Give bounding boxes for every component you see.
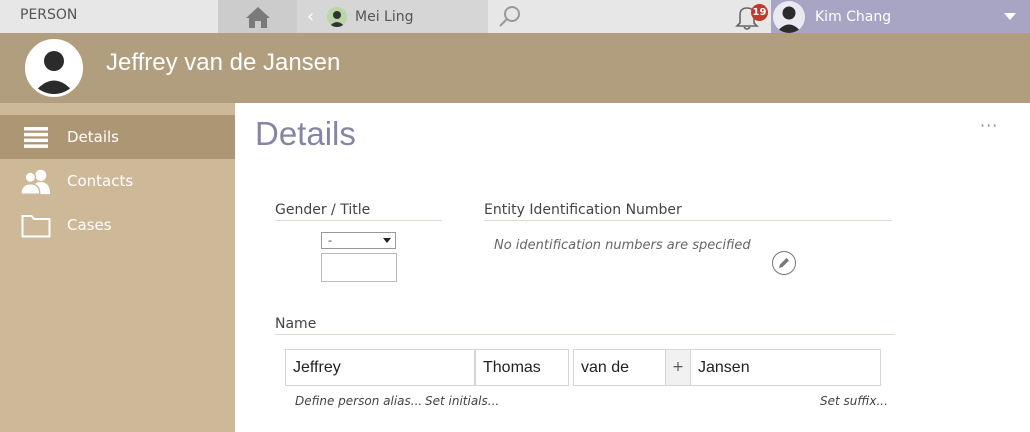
top-bar: PERSON ‹ Mei Ling 19 Kim Chang	[0, 0, 1030, 33]
avatar	[773, 0, 805, 33]
sidebar-item-details[interactable]: Details	[0, 115, 235, 159]
sidebar: Details Contacts Cases	[0, 103, 235, 432]
list-icon	[20, 123, 52, 151]
search-icon	[499, 6, 520, 27]
edit-identification-button[interactable]	[772, 251, 796, 275]
set-suffix-link[interactable]: Set suffix...	[820, 394, 888, 408]
notification-badge: 19	[751, 4, 768, 21]
identification-label: Entity Identification Number	[484, 202, 892, 221]
pencil-icon	[779, 258, 789, 268]
section-title: Details	[255, 115, 356, 152]
contacts-icon	[20, 167, 52, 195]
avatar	[25, 39, 83, 97]
avatar	[327, 6, 347, 27]
folder-icon	[20, 211, 52, 239]
first-name-field[interactable]: Jeffrey	[285, 349, 475, 386]
add-prefix-button[interactable]: +	[666, 349, 690, 386]
sidebar-item-label: Contacts	[67, 172, 134, 190]
page-title: Jeffrey van de Jansen	[106, 49, 341, 76]
no-identification-text: No identification numbers are specified	[494, 238, 751, 253]
middle-name-field[interactable]: Thomas	[475, 349, 569, 386]
record-header: Jeffrey van de Jansen	[0, 33, 1030, 103]
sidebar-item-cases[interactable]: Cases	[0, 203, 235, 247]
sidebar-item-label: Details	[67, 128, 120, 146]
sidebar-item-label: Cases	[67, 216, 112, 234]
name-label: Name	[275, 316, 895, 335]
more-options-button[interactable]: ···	[980, 116, 998, 135]
gender-select-value: -	[328, 234, 332, 247]
search-button[interactable]	[496, 4, 524, 30]
chevron-down-icon	[383, 238, 391, 243]
last-name-field[interactable]: Jansen	[690, 349, 881, 386]
define-alias-link[interactable]: Define person alias...	[295, 394, 422, 408]
entity-type-label: PERSON	[20, 7, 78, 23]
home-icon	[245, 6, 270, 28]
set-initials-link[interactable]: Set initials...	[425, 394, 499, 408]
home-button[interactable]	[218, 0, 297, 33]
chevron-down-icon[interactable]	[1004, 13, 1016, 20]
gender-select[interactable]: -	[321, 232, 396, 249]
sidebar-item-contacts[interactable]: Contacts	[0, 159, 235, 203]
tab-label: Mei Ling	[355, 8, 414, 25]
user-menu[interactable]: Kim Chang	[771, 0, 1030, 33]
user-name: Kim Chang	[815, 8, 892, 25]
chevron-left-icon[interactable]: ‹	[307, 0, 321, 33]
gender-title-label: Gender / Title	[275, 202, 442, 221]
title-field[interactable]	[321, 253, 397, 282]
name-prefix-field[interactable]: van de	[573, 349, 666, 386]
open-tab-mei-ling[interactable]: ‹ Mei Ling	[297, 0, 488, 33]
